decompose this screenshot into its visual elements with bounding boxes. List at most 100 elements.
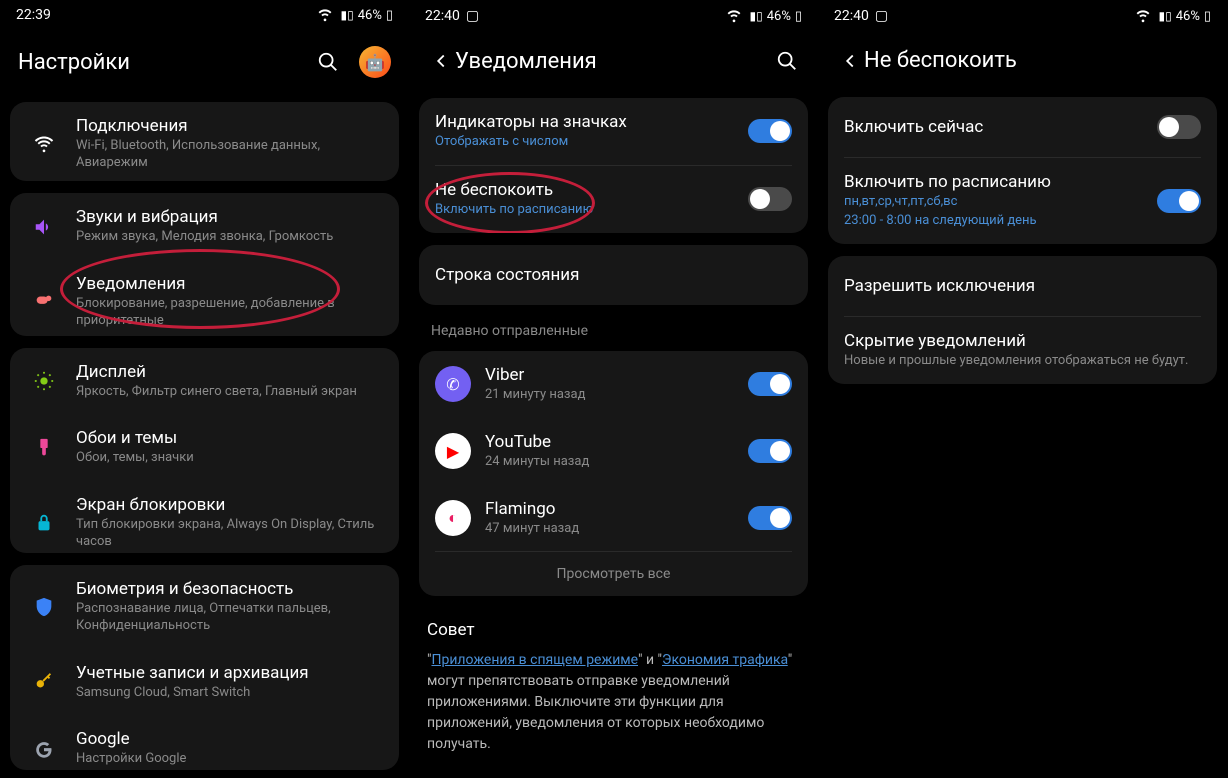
app-time: 21 минуту назад xyxy=(485,387,748,404)
row-app-viber[interactable]: ✆ Viber 21 минуту назад xyxy=(419,351,808,418)
row-title: Уведомления xyxy=(76,274,383,294)
row-sub-days: пн,вт,ср,чт,пт,сб,вс xyxy=(844,194,1157,211)
viber-icon: ✆ xyxy=(435,366,471,402)
row-title: Дисплей xyxy=(76,362,383,382)
row-sub: Распознавание лица, Отпечатки пальцев, К… xyxy=(76,601,383,635)
battery-icon: ▯ xyxy=(795,9,802,24)
sound-icon xyxy=(26,216,62,238)
row-accounts[interactable]: Учетные записи и архивация Samsung Cloud… xyxy=(10,649,399,716)
status-right: ▮▯ 46% ▯ xyxy=(314,2,393,28)
section-security: Биометрия и безопасность Распознавание л… xyxy=(10,565,399,770)
search-icon[interactable] xyxy=(315,49,341,75)
row-sub-time: 23:00 - 8:00 на следующий день xyxy=(844,213,1157,230)
toggle-app[interactable] xyxy=(748,506,792,530)
signal-icon: ▮▯ xyxy=(1158,9,1171,23)
row-sub: Обои, темы, значки xyxy=(76,450,383,467)
search-icon[interactable] xyxy=(774,48,800,74)
back-icon[interactable] xyxy=(427,50,455,72)
screen-dnd: 22:40 ▢ ▮▯ 46% ▯ Не беспокоить Включить … xyxy=(820,2,1225,776)
image-icon: ▢ xyxy=(466,8,479,24)
status-time: 22:40 xyxy=(834,8,869,24)
app-time: 47 минут назад xyxy=(485,521,748,538)
app-name: Viber xyxy=(485,365,748,385)
row-wallpaper[interactable]: Обои и темы Обои, темы, значки xyxy=(10,414,399,481)
wifi-icon xyxy=(723,3,745,29)
row-dnd[interactable]: Не беспокоить Включить по расписанию xyxy=(419,166,808,233)
wifi-icon xyxy=(26,133,62,155)
toggle-enable-now[interactable] xyxy=(1157,115,1201,139)
toggle-app[interactable] xyxy=(748,439,792,463)
page-title: Не беспокоить xyxy=(864,48,1209,73)
row-title: Включить по расписанию xyxy=(844,172,1157,192)
row-title: Учетные записи и архивация xyxy=(76,663,383,683)
back-icon[interactable] xyxy=(836,50,864,72)
battery-text: 46% xyxy=(1176,9,1200,24)
image-icon: ▢ xyxy=(875,8,888,24)
avatar[interactable]: 🤖 xyxy=(359,46,391,78)
row-biometrics[interactable]: Биометрия и безопасность Распознавание л… xyxy=(10,565,399,649)
row-app-youtube[interactable]: ▶ YouTube 24 минуты назад xyxy=(419,418,808,485)
page-title: Настройки xyxy=(18,50,315,75)
row-title: Звуки и вибрация xyxy=(76,207,383,227)
key-icon xyxy=(26,671,62,693)
row-google[interactable]: Google Настройки Google xyxy=(10,715,399,770)
row-notifications[interactable]: Уведомления Блокирование, разрешение, до… xyxy=(10,260,399,335)
row-schedule[interactable]: Включить по расписанию пн,вт,ср,чт,пт,сб… xyxy=(828,158,1217,244)
row-title: Включить сейчас xyxy=(844,117,1157,137)
row-title: Подключения xyxy=(76,116,383,136)
tip-link-sleeping[interactable]: Приложения в спящем режиме xyxy=(431,652,638,668)
row-title: Не беспокоить xyxy=(435,180,748,200)
header: Настройки 🤖 xyxy=(2,28,407,96)
toggle-badge[interactable] xyxy=(748,119,792,143)
section-display: Дисплей Яркость, Фильтр синего света, Гл… xyxy=(10,348,399,553)
toggle-schedule[interactable] xyxy=(1157,189,1201,213)
status-right: ▮▯ 46% ▯ xyxy=(723,3,802,29)
app-name: YouTube xyxy=(485,432,748,452)
row-title: Биометрия и безопасность xyxy=(76,579,383,599)
tip-link-datasaver[interactable]: Экономия трафика xyxy=(662,652,788,668)
row-exceptions[interactable]: Разрешить исключения xyxy=(828,256,1217,316)
row-sub: Samsung Cloud, Smart Switch xyxy=(76,685,383,702)
tip-section: Совет "Приложения в спящем режиме" и "Эк… xyxy=(411,602,816,773)
youtube-icon: ▶ xyxy=(435,433,471,469)
row-sub: Яркость, Фильтр синего света, Главный эк… xyxy=(76,384,383,401)
status-time: 22:39 xyxy=(16,7,51,23)
row-sub: Настройки Google xyxy=(76,751,383,768)
section-device: Звуки и вибрация Режим звука, Мелодия зв… xyxy=(10,193,399,335)
app-name: Flamingo xyxy=(485,499,748,519)
row-title: Google xyxy=(76,729,383,749)
wifi-icon xyxy=(1132,3,1154,29)
section-connections: Подключения Wi-Fi, Bluetooth, Использова… xyxy=(10,102,399,181)
google-icon xyxy=(26,738,62,760)
row-connections[interactable]: Подключения Wi-Fi, Bluetooth, Использова… xyxy=(10,102,399,181)
row-app-flamingo[interactable]: ◐ Flamingo 47 минут назад xyxy=(419,485,808,552)
wifi-icon xyxy=(314,2,336,28)
row-enable-now[interactable]: Включить сейчас xyxy=(828,97,1217,157)
row-hide-notifications[interactable]: Скрытие уведомлений Новые и прошлые увед… xyxy=(828,317,1217,384)
screen-notifications: 22:40 ▢ ▮▯ 46% ▯ Уведомления Индикаторы … xyxy=(411,2,816,776)
row-sub: Блокирование, разрешение, добавление в п… xyxy=(76,296,383,330)
row-title: Обои и темы xyxy=(76,428,383,448)
row-badge-indicators[interactable]: Индикаторы на значках Отображать с число… xyxy=(419,98,808,165)
battery-text: 46% xyxy=(767,9,791,24)
tip-title: Совет xyxy=(427,620,800,640)
row-sub: Тип блокировки экрана, Always On Display… xyxy=(76,517,383,551)
flamingo-icon: ◐ xyxy=(435,500,471,536)
toggle-app[interactable] xyxy=(748,372,792,396)
row-status-bar[interactable]: Строка состояния xyxy=(419,245,808,305)
row-display[interactable]: Дисплей Яркость, Фильтр синего света, Гл… xyxy=(10,348,399,415)
view-all-button[interactable]: Просмотреть все xyxy=(419,552,808,596)
lock-icon xyxy=(26,512,62,534)
status-bar: 22:40 ▢ ▮▯ 46% ▯ xyxy=(411,2,816,30)
brightness-icon xyxy=(26,370,62,392)
row-lockscreen[interactable]: Экран блокировки Тип блокировки экрана, … xyxy=(10,481,399,552)
toggle-dnd[interactable] xyxy=(748,187,792,211)
row-sounds[interactable]: Звуки и вибрация Режим звука, Мелодия зв… xyxy=(10,193,399,260)
shield-icon xyxy=(26,596,62,618)
status-time: 22:40 xyxy=(425,8,460,24)
battery-icon: ▯ xyxy=(1204,9,1211,24)
tip-body: "Приложения в спящем режиме" и "Экономия… xyxy=(427,650,800,755)
status-bar: 22:39 ▮▯ 46% ▯ xyxy=(2,2,407,28)
row-sub: Wi-Fi, Bluetooth, Использование данных, … xyxy=(76,138,383,172)
row-title: Экран блокировки xyxy=(76,495,383,515)
